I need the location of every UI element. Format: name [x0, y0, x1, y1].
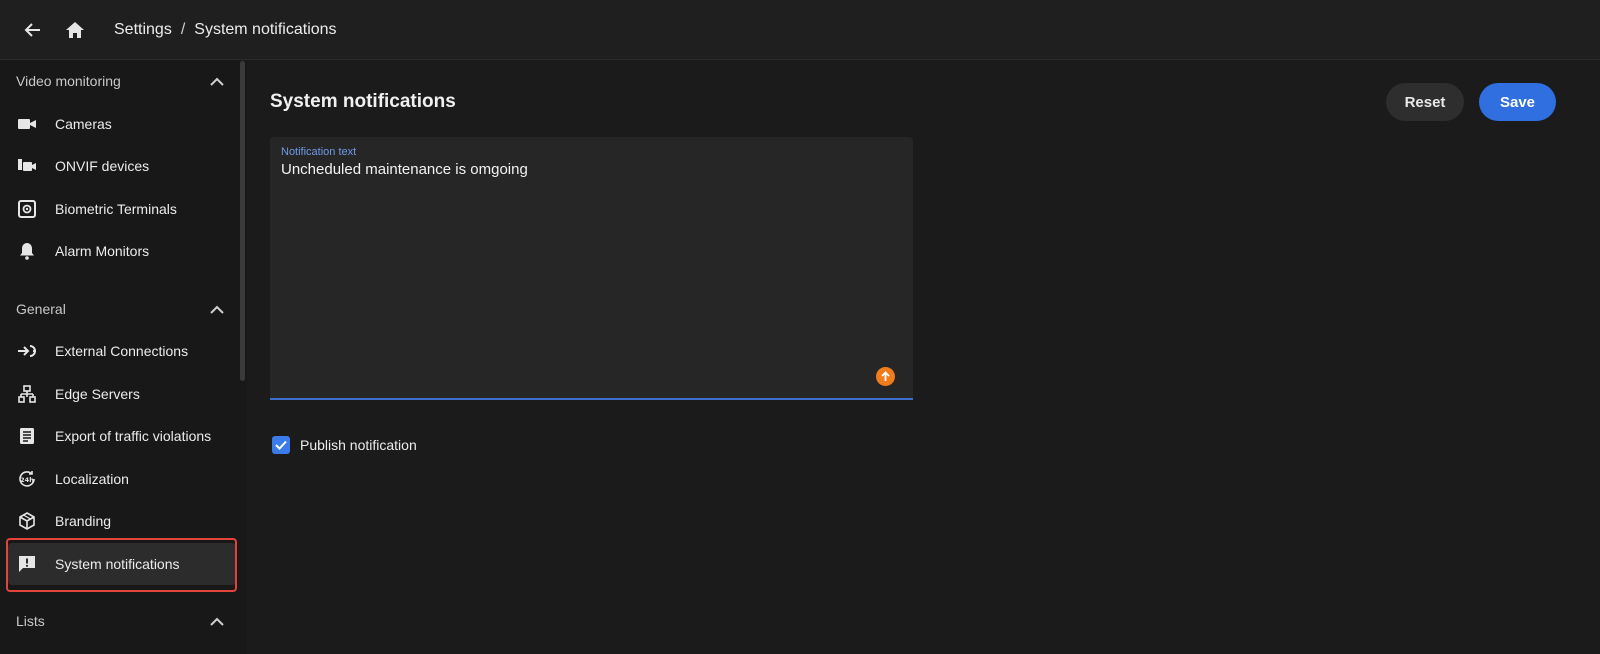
publish-notification-label: Publish notification [300, 437, 417, 453]
main-content: System notifications Reset Save Notifica… [247, 61, 1600, 654]
home-icon [66, 21, 84, 38]
breadcrumb-separator: / [180, 20, 186, 38]
chevron-up-icon [210, 305, 224, 314]
sidebar-item-label: ONVIF devices [55, 158, 150, 174]
sidebar-item-label: Biometric Terminals [55, 201, 177, 217]
cube-icon [17, 511, 37, 531]
sidebar-scrollbar[interactable] [240, 61, 245, 381]
sidebar-item-export-traffic-violations[interactable]: Export of traffic violations [8, 415, 236, 457]
sidebar-item-external-connections[interactable]: External Connections [8, 330, 236, 372]
sidebar-item-label: System notifications [55, 556, 180, 572]
sidebar-item-system-notifications[interactable]: System notifications [8, 543, 236, 585]
external-connection-icon [17, 341, 37, 361]
section-video-monitoring[interactable]: Video monitoring [0, 61, 240, 101]
arrow-left-icon [24, 22, 40, 37]
publish-notification-checkbox[interactable] [272, 436, 290, 454]
home-button[interactable] [58, 13, 92, 47]
section-general[interactable]: General [0, 289, 240, 329]
breadcrumb: Settings / System notifications [114, 21, 337, 39]
top-bar: Settings / System notifications [0, 0, 1600, 60]
notification-text-input[interactable]: Uncheduled maintenance is omgoing [281, 161, 901, 361]
sidebar-item-biometric-terminals[interactable]: Biometric Terminals [8, 188, 236, 230]
section-label: Lists [16, 613, 45, 629]
sidebar-item-label: Localization [55, 471, 129, 487]
breadcrumb-settings[interactable]: Settings [114, 21, 172, 39]
publish-notification-option[interactable]: Publish notification [272, 436, 417, 454]
sidebar-item-label: Export of traffic violations [55, 428, 212, 444]
save-button[interactable]: Save [1479, 83, 1556, 121]
sidebar-item-label: Alarm Monitors [55, 243, 150, 259]
checkmark-icon [275, 440, 287, 450]
edge-server-icon [17, 384, 37, 404]
sidebar-item-label: Edge Servers [55, 386, 140, 402]
chevron-up-icon [210, 617, 224, 626]
sidebar-item-label: Cameras [55, 116, 112, 132]
sidebar-item-cameras[interactable]: Cameras [8, 103, 236, 145]
bell-icon [17, 241, 37, 261]
back-button[interactable] [16, 13, 50, 47]
sidebar-item-edge-servers[interactable]: Edge Servers [8, 373, 236, 415]
sidebar-item-branding[interactable]: Branding [8, 500, 236, 542]
onvif-device-icon [17, 156, 37, 176]
page-title: System notifications [270, 91, 456, 112]
section-label: Video monitoring [16, 73, 121, 89]
sidebar-item-alarm-monitors[interactable]: Alarm Monitors [8, 230, 236, 272]
breadcrumb-current: System notifications [194, 20, 337, 38]
notification-text-field[interactable]: Notification text Uncheduled maintenance… [270, 137, 913, 400]
sidebar: Video monitoring Cameras ONVIF devices B… [0, 61, 247, 654]
svg-text:24h: 24h [20, 476, 34, 484]
biometric-terminal-icon [17, 199, 37, 219]
warning-arrow-icon [876, 367, 895, 386]
sidebar-item-label: Branding [55, 513, 112, 529]
notification-text-label: Notification text [281, 146, 357, 158]
clock-24h-icon: 24h [17, 469, 37, 489]
document-list-icon [17, 426, 37, 446]
section-lists[interactable]: Lists [0, 601, 240, 641]
sidebar-item-onvif-devices[interactable]: ONVIF devices [8, 145, 236, 187]
reset-button[interactable]: Reset [1386, 83, 1464, 121]
sidebar-item-localization[interactable]: 24h Localization [8, 458, 236, 500]
section-label: General [16, 301, 66, 317]
sidebar-item-label: External Connections [55, 343, 189, 359]
chevron-up-icon [210, 77, 224, 86]
alert-message-icon [17, 554, 37, 574]
video-camera-icon [17, 114, 37, 134]
